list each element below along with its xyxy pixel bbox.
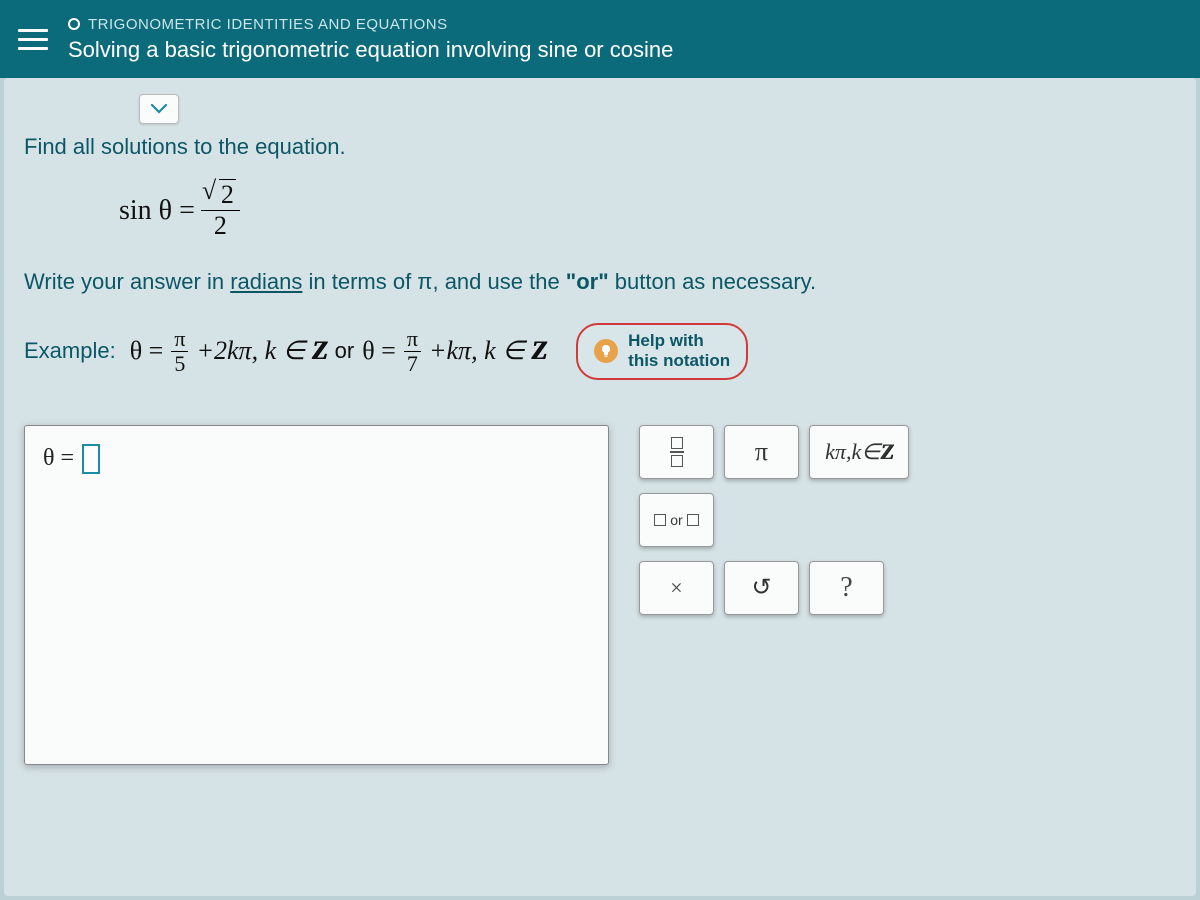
undo-icon: ↺	[751, 573, 771, 602]
collapse-button[interactable]	[139, 94, 179, 124]
question-icon: ?	[840, 572, 852, 604]
instruction-2: Write your answer in radians in terms of…	[24, 269, 1176, 295]
answer-line: θ =	[43, 444, 590, 474]
instr2-post: button as necessary.	[609, 269, 817, 294]
key-clear[interactable]: ×	[639, 561, 714, 615]
kpi-label: kπ,k∈Z	[825, 439, 893, 465]
key-or[interactable]: or	[639, 493, 714, 547]
answer-cursor-box[interactable]	[82, 444, 100, 474]
key-fraction[interactable]	[639, 425, 714, 479]
content-area: Find all solutions to the equation. sin …	[4, 78, 1196, 896]
ex-post-2: +kπ, k ∈ Z	[429, 336, 546, 366]
help-text: Help withthis notation	[628, 331, 730, 372]
ex-frac-1: π 5	[171, 328, 188, 375]
radicand: 2	[219, 179, 236, 209]
example-row: Example: θ = π 5 +2kπ, k ∈ Z or θ = π 7 …	[24, 323, 1176, 380]
key-help[interactable]: ?	[809, 561, 884, 615]
fraction-icon	[670, 437, 684, 467]
page-title: Solving a basic trigonometric equation i…	[68, 37, 673, 63]
or-box-left-icon	[654, 514, 666, 526]
header: TRIGONOMETRIC IDENTITIES AND EQUATIONS S…	[0, 0, 1200, 78]
radians-link[interactable]: radians	[230, 269, 302, 294]
breadcrumb: TRIGONOMETRIC IDENTITIES AND EQUATIONS	[68, 16, 673, 33]
equation: sin θ = 2 2	[119, 182, 1176, 239]
instr2-mid: in terms of π, and use the	[302, 269, 565, 294]
answer-input-box[interactable]: θ =	[24, 425, 609, 765]
equation-denominator: 2	[210, 211, 231, 239]
x-icon: ×	[670, 575, 682, 601]
or-box-right-icon	[687, 514, 699, 526]
key-kpi-kez[interactable]: kπ,k∈Z	[809, 425, 909, 479]
work-area: θ = π kπ,k∈Z	[24, 425, 1176, 765]
ex-or: or	[335, 338, 355, 364]
or-label: or	[670, 512, 682, 528]
ex-frac-2: π 7	[404, 328, 421, 375]
lightbulb-icon	[594, 339, 618, 363]
pi-symbol: π	[755, 437, 768, 467]
sqrt-icon: 2	[205, 180, 236, 209]
breadcrumb-dot-icon	[68, 18, 80, 30]
ex-post-1: +2kπ, k ∈ Z	[196, 336, 326, 366]
breadcrumb-label: TRIGONOMETRIC IDENTITIES AND EQUATIONS	[88, 16, 448, 33]
key-undo[interactable]: ↺	[724, 561, 799, 615]
example-math: Example: θ = π 5 +2kπ, k ∈ Z or θ = π 7 …	[24, 328, 546, 375]
header-text: TRIGONOMETRIC IDENTITIES AND EQUATIONS S…	[68, 16, 673, 63]
answer-prefix: θ =	[43, 445, 74, 472]
instr2-bold: "or"	[566, 269, 609, 294]
help-notation-button[interactable]: Help withthis notation	[576, 323, 748, 380]
keypad: π kπ,k∈Z or ×	[639, 425, 909, 615]
example-label: Example:	[24, 338, 116, 364]
equation-lhs: sin θ =	[119, 195, 195, 227]
ex-theta-1: θ =	[130, 336, 164, 366]
menu-icon[interactable]	[18, 29, 48, 50]
ex-theta-2: θ =	[362, 336, 396, 366]
instruction-text: Find all solutions to the equation.	[24, 134, 1176, 160]
key-pi[interactable]: π	[724, 425, 799, 479]
chevron-down-icon	[151, 104, 167, 114]
equation-fraction: 2 2	[201, 182, 240, 239]
instr2-pre: Write your answer in	[24, 269, 230, 294]
